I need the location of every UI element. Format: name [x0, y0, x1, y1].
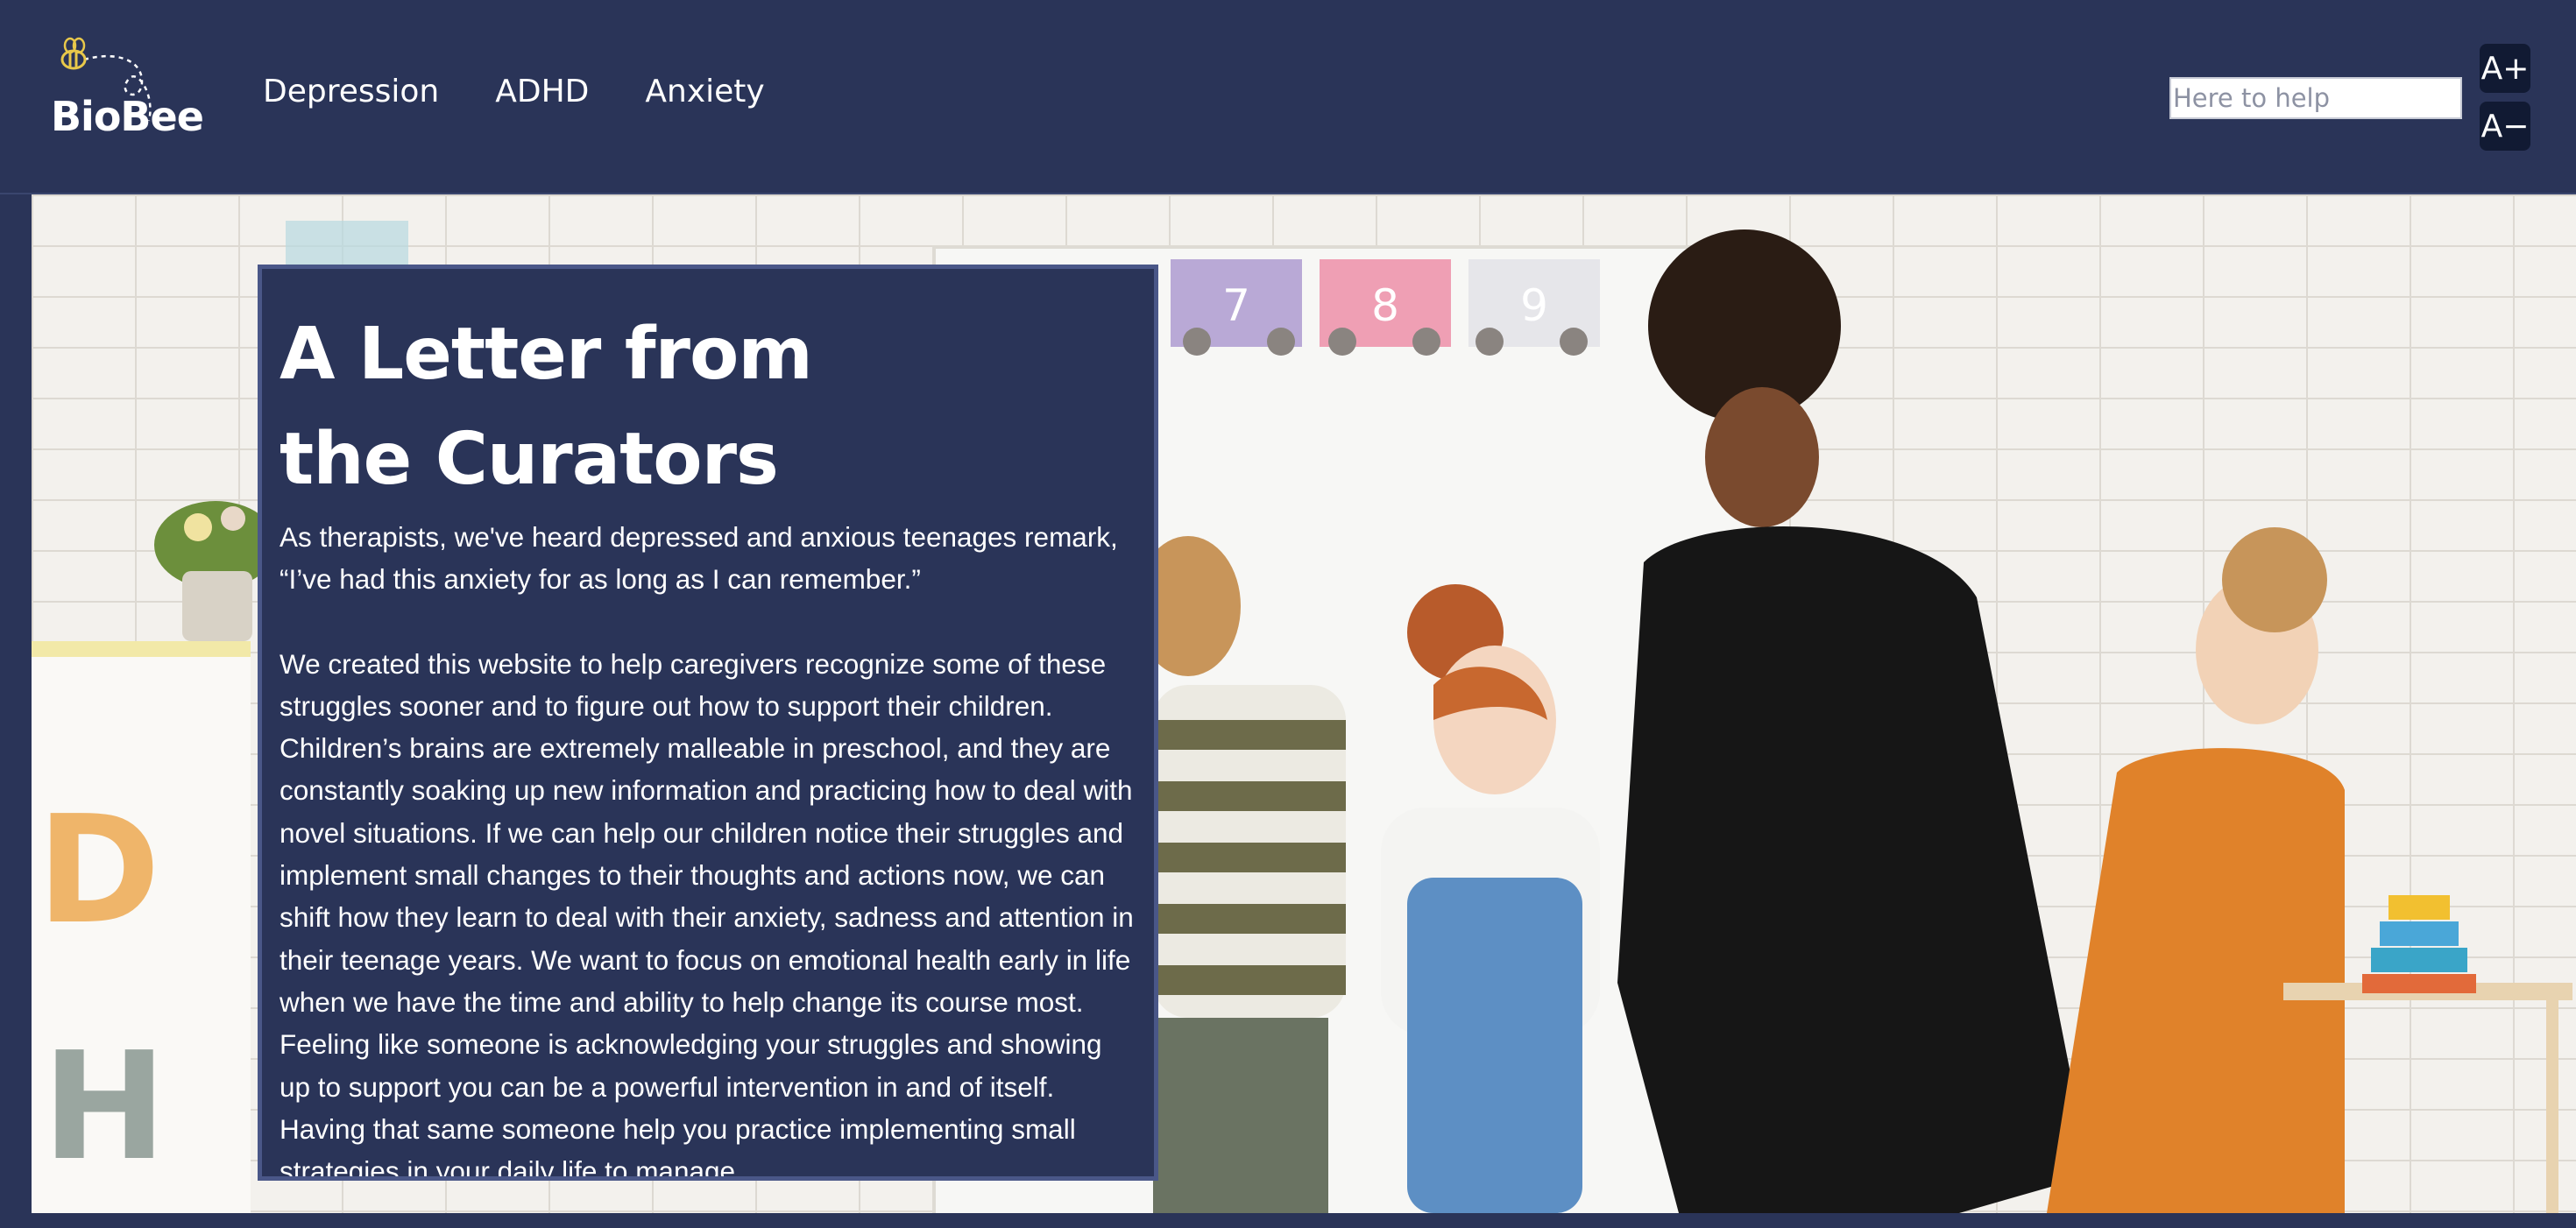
font-size-increase-button[interactable]: A+ [2480, 44, 2530, 93]
train-number-7: 7 [1222, 280, 1250, 331]
nav-link-adhd[interactable]: ADHD [495, 74, 589, 109]
footer-strip [0, 1213, 2576, 1228]
page: BioBee Depression ADHD Anxiety A+ A− D H [0, 0, 2576, 1228]
nav-link-depression[interactable]: Depression [263, 74, 439, 109]
letter-paragraph-2: We created this website to help caregive… [280, 647, 1134, 1181]
letter-title: A Letter from the Curators [280, 313, 813, 501]
letter-paragraph-1: As therapists, we've heard depressed and… [280, 521, 1118, 596]
wall-letter-h: H [42, 1020, 166, 1194]
main-nav: Depression ADHD Anxiety [263, 74, 765, 109]
wall-letter-d: D [37, 784, 160, 957]
brand-name: BioBee [51, 93, 204, 140]
brand-logo[interactable]: BioBee [46, 33, 204, 147]
letter-card: A Letter from the Curators As therapists… [258, 265, 1158, 1181]
search-input[interactable] [2169, 77, 2462, 119]
font-size-decrease-button[interactable]: A− [2480, 102, 2530, 151]
train-number-9: 9 [1520, 280, 1548, 331]
train-number-8: 8 [1371, 280, 1399, 331]
site-header: BioBee Depression ADHD Anxiety A+ A− [0, 0, 2576, 194]
nav-link-anxiety[interactable]: Anxiety [645, 74, 764, 109]
